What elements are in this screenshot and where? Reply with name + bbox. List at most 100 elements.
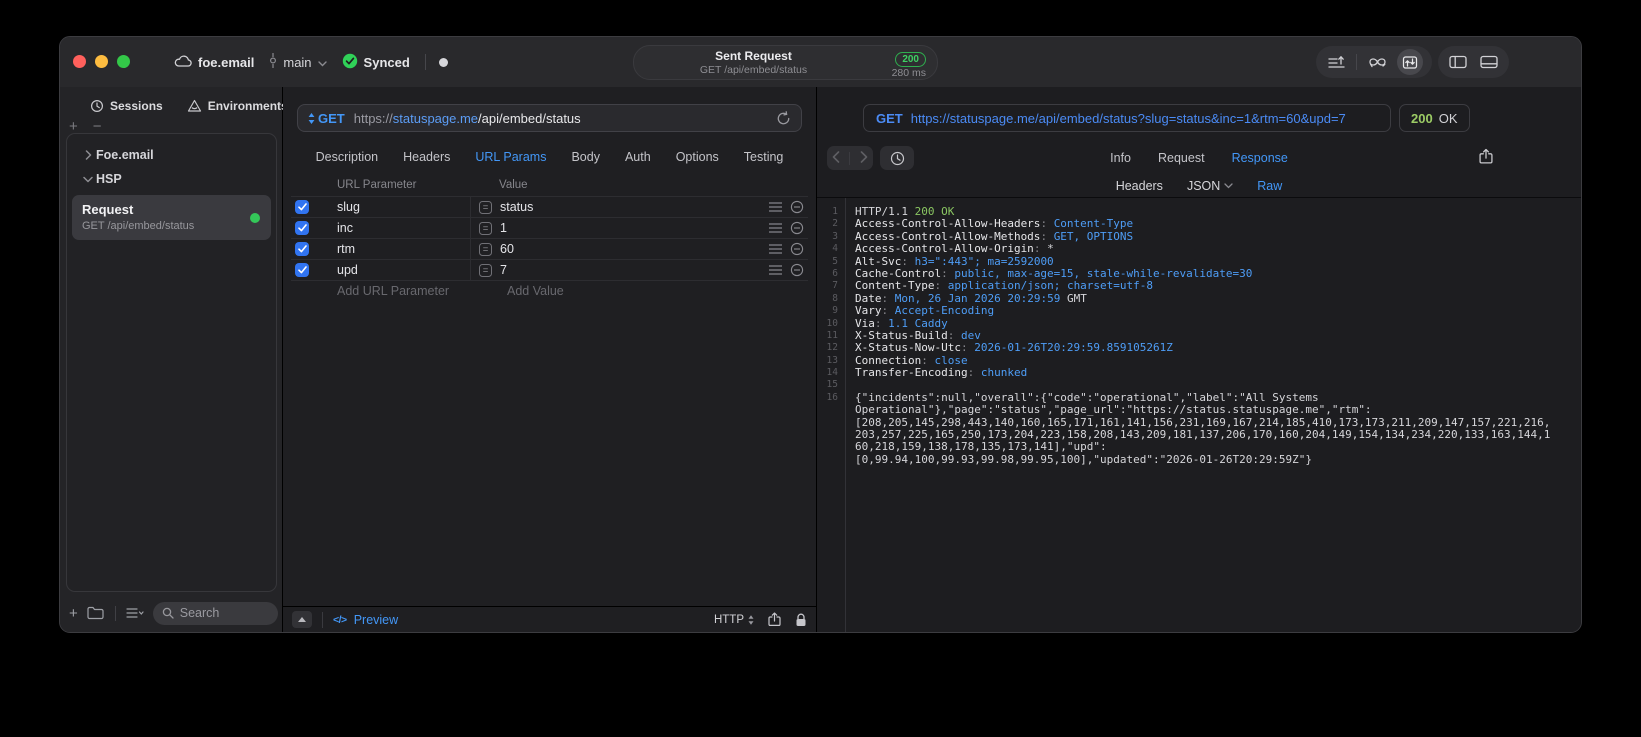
response-view-tab-raw[interactable]: Raw: [1257, 179, 1282, 193]
response-status-code: 200: [1411, 110, 1433, 126]
line-number: 1: [832, 206, 838, 217]
param-enabled-checkbox[interactable]: [295, 242, 309, 256]
minimize-window-button[interactable]: [95, 55, 108, 68]
sent-request-pill[interactable]: Sent Request GET /api/embed/status 200 2…: [633, 45, 938, 80]
request-response-toggle-icon[interactable]: [1397, 49, 1423, 75]
branch-selector[interactable]: main: [269, 53, 327, 71]
request-tab-options[interactable]: Options: [676, 150, 719, 164]
drag-handle-icon[interactable]: [769, 244, 782, 254]
param-row-actions: [764, 200, 808, 214]
line-number: 13: [826, 354, 838, 366]
request-tab-body[interactable]: Body: [571, 150, 600, 164]
export-lines-icon[interactable]: [1325, 51, 1347, 73]
drag-handle-icon[interactable]: [769, 223, 782, 233]
param-value-cell[interactable]: = status: [470, 197, 764, 217]
params-rows: slug = status inc = 1 rtm = 60 upd = 7: [291, 196, 808, 280]
request-tab-headers[interactable]: Headers: [403, 150, 450, 164]
sync-loop-icon[interactable]: [1366, 51, 1388, 73]
project-bar: foe.email main Synced: [174, 37, 448, 87]
request-tab-description[interactable]: Description: [316, 150, 379, 164]
line-number: 10: [826, 317, 838, 329]
project-selector[interactable]: foe.email: [174, 54, 254, 70]
remove-param-icon[interactable]: [790, 263, 804, 277]
method-select-caret-icon[interactable]: [308, 112, 315, 124]
remove-param-icon[interactable]: [790, 200, 804, 214]
param-value[interactable]: status: [500, 200, 533, 214]
window-controls: [73, 55, 130, 68]
sent-url: https://statuspage.me/api/embed/status?s…: [910, 110, 1346, 126]
lock-icon[interactable]: [795, 613, 807, 627]
close-window-button[interactable]: [73, 55, 86, 68]
sync-status[interactable]: Synced: [342, 53, 410, 72]
layout-toggles-group: [1438, 46, 1509, 78]
url-param-row: inc = 1: [291, 217, 808, 238]
param-value-cell[interactable]: = 1: [470, 218, 764, 238]
param-value[interactable]: 1: [500, 221, 507, 235]
tab-environments[interactable]: Environments: [187, 99, 288, 113]
param-name-cell[interactable]: slug: [337, 200, 470, 214]
tab-sessions[interactable]: Sessions: [90, 99, 163, 113]
screen: foe.email main Synced Sent Request GET /…: [0, 0, 1641, 737]
response-view-tab-json[interactable]: JSON: [1187, 179, 1233, 193]
add-request-button[interactable]: +: [69, 605, 78, 622]
response-tab-request[interactable]: Request: [1158, 146, 1205, 170]
drag-handle-icon[interactable]: [769, 265, 782, 275]
param-value-cell[interactable]: = 60: [470, 239, 764, 259]
cloud-icon: [174, 54, 192, 70]
toggle-bottom-panel-icon[interactable]: [1478, 51, 1500, 73]
line-text: Transfer-Encoding: chunked: [855, 366, 1028, 380]
preview-button[interactable]: Preview: [354, 613, 398, 627]
param-value[interactable]: 60: [500, 242, 514, 256]
add-param-name-placeholder[interactable]: Add URL Parameter: [337, 284, 449, 298]
list-view-options-icon[interactable]: [126, 607, 144, 619]
param-name-cell[interactable]: inc: [337, 221, 470, 235]
line-number: [817, 454, 845, 466]
response-view-tab-headers[interactable]: Headers: [1116, 179, 1163, 193]
new-folder-icon[interactable]: [87, 606, 104, 620]
code-preview-icon[interactable]: </>: [333, 614, 347, 626]
method-label[interactable]: GET: [318, 111, 345, 126]
request-success-dot: [250, 212, 260, 223]
resend-refresh-icon[interactable]: [776, 110, 791, 126]
share-icon[interactable]: [768, 612, 781, 627]
param-value[interactable]: 7: [500, 263, 507, 277]
param-name-cell[interactable]: rtm: [337, 242, 470, 256]
param-name-cell[interactable]: upd: [337, 263, 470, 277]
line-number: [817, 404, 845, 416]
zoom-window-button[interactable]: [117, 55, 130, 68]
export-response-icon[interactable]: [1479, 148, 1493, 165]
remove-param-icon[interactable]: [790, 242, 804, 256]
view-tab-label: JSON: [1186, 179, 1221, 193]
tab-sessions-label: Sessions: [110, 99, 163, 113]
protocol-select[interactable]: HTTP: [714, 614, 744, 626]
remove-param-icon[interactable]: [790, 221, 804, 235]
request-list-item-selected[interactable]: Request GET /api/embed/status: [72, 195, 271, 240]
response-tab-info[interactable]: Info: [1110, 146, 1131, 170]
tree-item-label: HSP: [96, 172, 122, 186]
url-input[interactable]: GET https://statuspage.me/api/embed/stat…: [297, 104, 802, 132]
protocol-select-caret-icon[interactable]: [748, 614, 754, 625]
response-tab-response[interactable]: Response: [1232, 146, 1288, 170]
request-footer-bar: </> Preview HTTP: [283, 606, 816, 632]
line-number: 5: [832, 255, 838, 267]
expand-panel-button[interactable]: [292, 611, 312, 628]
toggle-sidebar-icon[interactable]: [1447, 51, 1469, 73]
param-enabled-checkbox[interactable]: [295, 263, 309, 277]
footer-separator: [322, 611, 323, 628]
search-input[interactable]: Search: [152, 601, 278, 625]
main-area: Sessions Environments + − Foe.email HSP …: [60, 87, 1581, 632]
request-tab-testing[interactable]: Testing: [744, 150, 784, 164]
tree-item-hsp[interactable]: HSP: [67, 167, 276, 191]
param-enabled-checkbox[interactable]: [295, 200, 309, 214]
response-panel: GET https://statuspage.me/api/embed/stat…: [817, 87, 1581, 632]
request-tab-auth[interactable]: Auth: [625, 150, 651, 164]
param-value-cell[interactable]: = 7: [470, 260, 764, 280]
drag-handle-icon[interactable]: [769, 202, 782, 212]
request-tab-url-params[interactable]: URL Params: [475, 150, 546, 164]
add-param-row[interactable]: Add URL Parameter Add Value: [291, 280, 808, 301]
sidebar: Sessions Environments + − Foe.email HSP …: [60, 87, 288, 632]
footer-right-group: HTTP: [714, 612, 807, 627]
tree-item-foe-email[interactable]: Foe.email: [67, 143, 276, 167]
add-param-value-placeholder[interactable]: Add Value: [507, 284, 564, 298]
param-enabled-checkbox[interactable]: [295, 221, 309, 235]
